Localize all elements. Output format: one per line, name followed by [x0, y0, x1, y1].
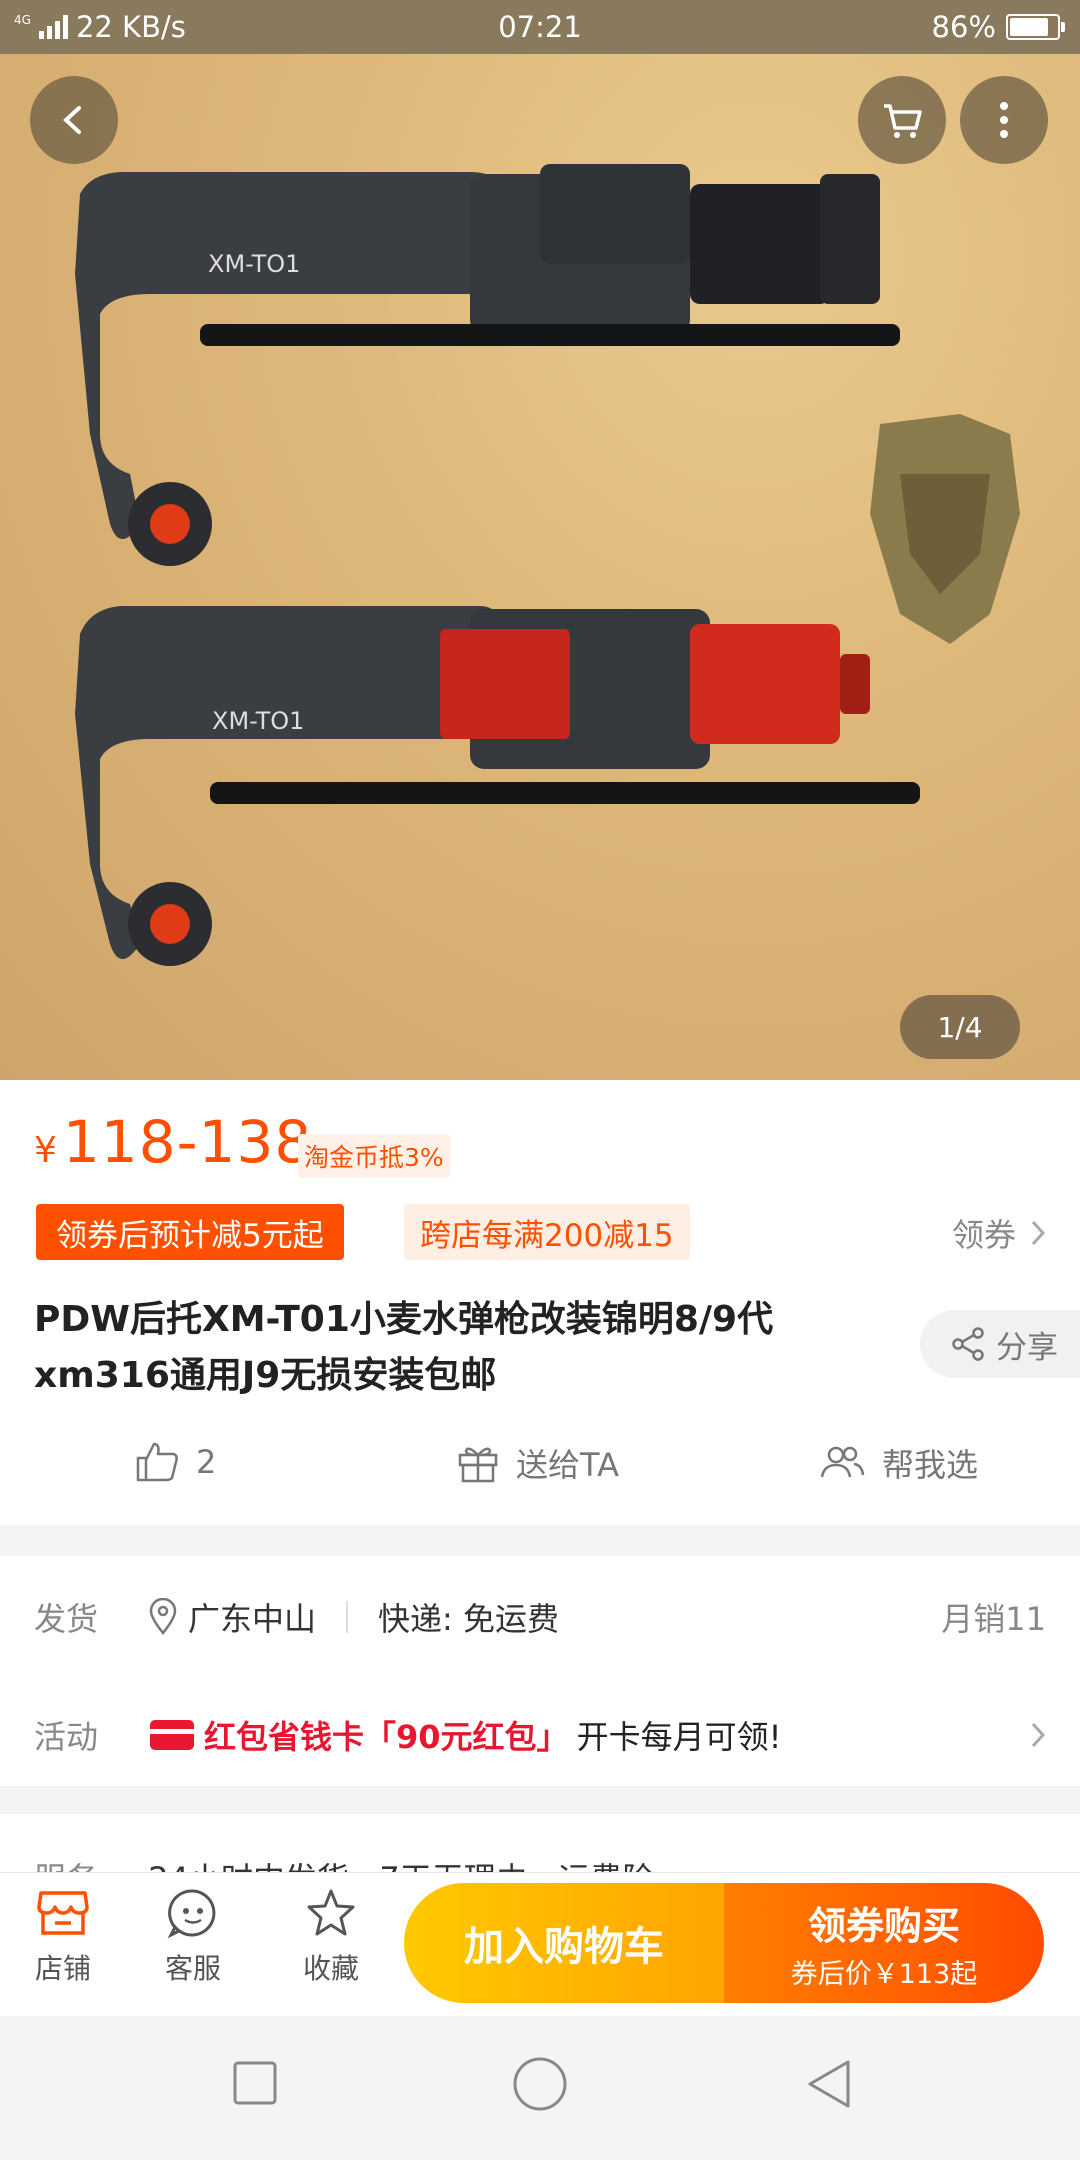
ship-location: 广东中山	[188, 1600, 317, 1638]
shop-tab[interactable]: 店铺	[8, 1887, 118, 1987]
product-photo: XM-TO1 XM-TO1	[75, 164, 1020, 966]
get-coupon-link[interactable]: 领券	[952, 1210, 1046, 1256]
favorite-tab[interactable]: 收藏	[276, 1887, 386, 1987]
product-title: PDW后托XM-T01小麦水弹枪改装锦明8/9代xm316通用J9无损安装包邮	[34, 1299, 774, 1396]
customer-service-tab[interactable]: 客服	[138, 1887, 248, 1987]
status-bar: 4G 22 KB/s 07:21 86%	[0, 0, 1080, 54]
divider	[346, 1601, 349, 1633]
recent-apps-icon[interactable]	[232, 2060, 278, 2106]
share-button[interactable]: 分享	[920, 1310, 1080, 1378]
help-choose-button[interactable]: 帮我选	[818, 1440, 978, 1486]
red-card-desc: 开卡每月可领!	[576, 1718, 782, 1756]
buy-label: 领券购买	[807, 1904, 960, 1948]
shipping-label: 发货	[34, 1600, 99, 1638]
coin-tag: 淘金币抵3%	[298, 1134, 450, 1178]
people-icon	[820, 1446, 865, 1478]
star-icon	[307, 1889, 355, 1936]
back-nav-icon[interactable]	[804, 2058, 854, 2110]
cart-icon	[884, 104, 922, 138]
gift-button[interactable]: 送给TA	[456, 1440, 619, 1486]
cart-button[interactable]	[858, 76, 946, 164]
cross-store-discount-badge[interactable]: 跨店每满200减15	[404, 1204, 690, 1260]
shop-label: 店铺	[34, 1952, 91, 1985]
chevron-left-icon	[63, 106, 81, 134]
service-text: 服务 24小时内发货 · 7天无理由 · 运费险	[34, 1854, 654, 1874]
share-label: 分享	[996, 1329, 1058, 1366]
back-button[interactable]	[30, 76, 118, 164]
thumbs-up-icon	[136, 1442, 178, 1482]
get-coupon-label: 领券	[951, 1216, 1016, 1254]
currency-symbol: ¥	[34, 1130, 57, 1171]
status-right: 86%	[931, 10, 1065, 44]
activity-row[interactable]: 活动 红包省钱卡「90元红包」 开卡每月可领!	[34, 1710, 1046, 1760]
ship-from: 广东中山	[148, 1594, 316, 1640]
share-icon	[952, 1327, 984, 1361]
activity-label: 活动	[34, 1718, 99, 1756]
home-icon[interactable]	[512, 2056, 568, 2112]
add-to-cart-button[interactable]: 加入购物车	[404, 1883, 724, 2003]
red-card-name: 红包省钱卡「90元红包」	[204, 1718, 569, 1756]
red-packet-card: 红包省钱卡「90元红包」 开卡每月可领!	[148, 1712, 781, 1758]
coupon-estimate-badge[interactable]: 领券后预计减5元起	[36, 1204, 344, 1260]
stock-label-1: XM-TO1	[208, 250, 300, 278]
image-pager: 1/4	[900, 995, 1020, 1059]
battery-percent: 86%	[931, 10, 996, 44]
like-count: 2	[196, 1443, 217, 1481]
battery-icon	[1006, 14, 1065, 40]
express-fee: 快递: 免运费	[378, 1600, 559, 1638]
product-image[interactable]: XM-TO1 XM-TO1 1/4	[0, 54, 1080, 1080]
status-time: 07:21	[498, 10, 582, 44]
help-choose-label: 帮我选	[882, 1446, 979, 1484]
buy-price-after-coupon: 券后价￥113起	[790, 1959, 978, 1990]
gift-label: 送给TA	[516, 1446, 619, 1484]
more-vertical-icon	[1000, 102, 1008, 138]
gift-icon	[458, 1447, 498, 1483]
chat-face-icon	[167, 1889, 216, 1939]
store-icon	[37, 1891, 89, 1935]
customer-service-label: 客服	[164, 1952, 221, 1985]
monthly-sales: 月销11	[941, 1600, 1046, 1638]
system-nav-bar	[0, 2016, 1080, 2160]
like-button[interactable]: 2	[134, 1440, 216, 1484]
buy-with-coupon-button[interactable]: 领券购买 券后价￥113起	[724, 1883, 1044, 2003]
card-icon	[150, 1720, 195, 1750]
chevron-right-icon	[1031, 1220, 1046, 1246]
action-row: 2 送给TA 帮我选	[0, 1440, 1080, 1500]
price-range: 118-138	[62, 1108, 313, 1176]
favorite-label: 收藏	[302, 1952, 359, 1985]
stock-label-2: XM-TO1	[212, 707, 304, 735]
chevron-right-icon	[1031, 1722, 1046, 1748]
shipping-row[interactable]: 发货 广东中山 快递: 免运费 月销11	[34, 1592, 1046, 1642]
service-row[interactable]: 服务 24小时内发货 · 7天无理由 · 运费险	[0, 1814, 1080, 1874]
location-pin-icon	[149, 1598, 177, 1636]
more-button[interactable]	[960, 76, 1048, 164]
price: ¥ 118-138	[34, 1108, 312, 1176]
